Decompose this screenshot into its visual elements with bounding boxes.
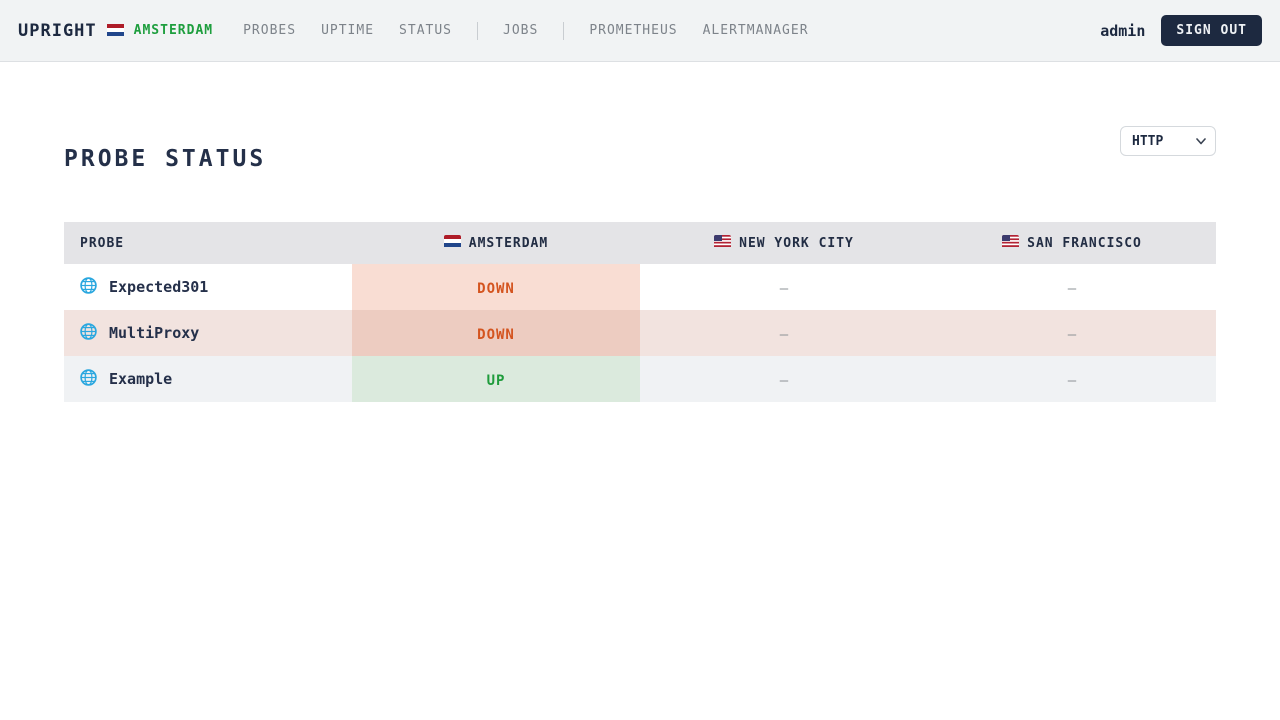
probe-type-select[interactable]: HTTP	[1120, 126, 1216, 156]
nav-item-alertmanager[interactable]: ALERTMANAGER	[703, 23, 809, 38]
probe-name: MultiProxy	[109, 324, 199, 342]
page-title: PROBE STATUS	[64, 146, 266, 172]
us-flag-icon	[714, 235, 731, 251]
no-data-dash: –	[780, 281, 788, 297]
nav-item-probes[interactable]: PROBES	[243, 23, 296, 38]
nav-item-prometheus[interactable]: PROMETHEUS	[589, 23, 677, 38]
status-badge: DOWN	[477, 281, 515, 297]
table-row-example[interactable]: Example UP – –	[64, 356, 1216, 402]
probe-name-cell[interactable]: Expected301	[64, 264, 352, 310]
nav-item-status[interactable]: STATUS	[399, 23, 452, 38]
status-cell-new-york-city: –	[640, 310, 928, 356]
no-data-dash: –	[780, 373, 788, 389]
probe-type-select-value: HTTP	[1132, 134, 1163, 149]
status-cell-amsterdam: UP	[352, 356, 640, 402]
probe-name-cell[interactable]: Example	[64, 356, 352, 402]
us-flag-icon	[1002, 235, 1019, 251]
sign-out-button[interactable]: SIGN OUT	[1161, 15, 1262, 46]
brand-logo[interactable]: UPRIGHT	[18, 21, 97, 41]
no-data-dash: –	[1068, 373, 1076, 389]
nav-divider	[563, 22, 564, 40]
nav-item-uptime[interactable]: UPTIME	[321, 23, 374, 38]
probe-status-table: PROBE AMSTERDAM	[64, 222, 1216, 402]
status-badge: UP	[487, 373, 506, 389]
current-user-label: admin	[1100, 22, 1145, 40]
status-cell-amsterdam: DOWN	[352, 264, 640, 310]
brand-group[interactable]: UPRIGHT AMSTERDAM	[18, 21, 213, 41]
status-cell-new-york-city: –	[640, 264, 928, 310]
status-badge: DOWN	[477, 327, 515, 343]
column-header-san-francisco: SAN FRANCISCO	[928, 222, 1216, 264]
table-header-row: PROBE AMSTERDAM	[64, 222, 1216, 264]
status-cell-san-francisco: –	[928, 356, 1216, 402]
status-cell-san-francisco: –	[928, 310, 1216, 356]
column-header-probe: PROBE	[64, 222, 352, 264]
chevron-down-icon	[1196, 134, 1206, 149]
probe-name-cell[interactable]: MultiProxy	[64, 310, 352, 356]
main-content: PROBE STATUS HTTP PROBE	[0, 126, 1280, 402]
nav-links: PROBES UPTIME STATUS JOBS PROMETHEUS ALE…	[243, 22, 808, 40]
globe-icon	[80, 369, 97, 390]
no-data-dash: –	[780, 327, 788, 343]
status-cell-new-york-city: –	[640, 356, 928, 402]
probe-name: Expected301	[109, 278, 208, 296]
column-header-new-york-city: NEW YORK CITY	[640, 222, 928, 264]
brand-region-label: AMSTERDAM	[134, 23, 213, 38]
status-cell-san-francisco: –	[928, 264, 1216, 310]
table-row-multiproxy[interactable]: MultiProxy DOWN – –	[64, 310, 1216, 356]
nl-flag-icon	[107, 21, 124, 40]
table-header: PROBE AMSTERDAM	[64, 222, 1216, 264]
no-data-dash: –	[1068, 327, 1076, 343]
status-cell-amsterdam: DOWN	[352, 310, 640, 356]
nl-flag-icon	[444, 235, 461, 251]
top-navbar: UPRIGHT AMSTERDAM PROBES UPTIME STATUS J…	[0, 0, 1280, 62]
column-header-amsterdam: AMSTERDAM	[352, 222, 640, 264]
no-data-dash: –	[1068, 281, 1076, 297]
nav-item-jobs[interactable]: JOBS	[503, 23, 538, 38]
nav-right: admin SIGN OUT	[1100, 15, 1262, 46]
page-header: PROBE STATUS HTTP	[64, 126, 1216, 172]
globe-icon	[80, 323, 97, 344]
nav-divider	[477, 22, 478, 40]
probe-name: Example	[109, 370, 172, 388]
globe-icon	[80, 277, 97, 298]
table-row-expected301[interactable]: Expected301 DOWN – –	[64, 264, 1216, 310]
